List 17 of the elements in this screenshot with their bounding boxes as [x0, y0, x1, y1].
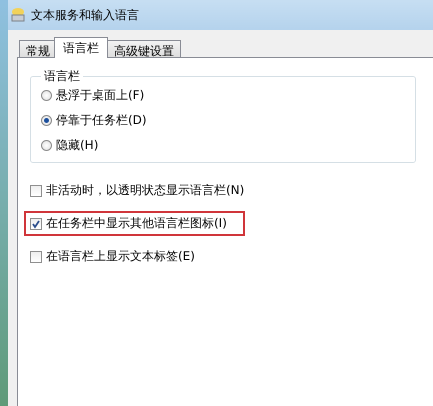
radio-button[interactable]: [41, 115, 52, 126]
checkbox-label: 非活动时，以透明状态显示语言栏(N): [46, 182, 244, 199]
checkbox-label: 在任务栏中显示其他语言栏图标(I): [46, 215, 227, 232]
window-title: 文本服务和输入语言: [31, 6, 139, 24]
app-icon: [10, 7, 26, 23]
radio-label: 悬浮于桌面上(F): [56, 87, 144, 104]
radio-label: 隐藏(H): [56, 137, 98, 154]
radio-label: 停靠于任务栏(D): [56, 112, 147, 129]
checkbox[interactable]: [30, 250, 42, 262]
radio-button[interactable]: [41, 90, 52, 101]
checkbox-label: 在语言栏上显示文本标签(E): [46, 248, 195, 265]
checkbox[interactable]: [30, 184, 42, 196]
radio-button[interactable]: [41, 140, 52, 151]
tab[interactable]: 语言栏: [54, 37, 108, 58]
tab[interactable]: 高级键设置: [107, 40, 181, 58]
checkbox[interactable]: [30, 218, 42, 230]
group-title: 语言栏: [43, 68, 81, 85]
